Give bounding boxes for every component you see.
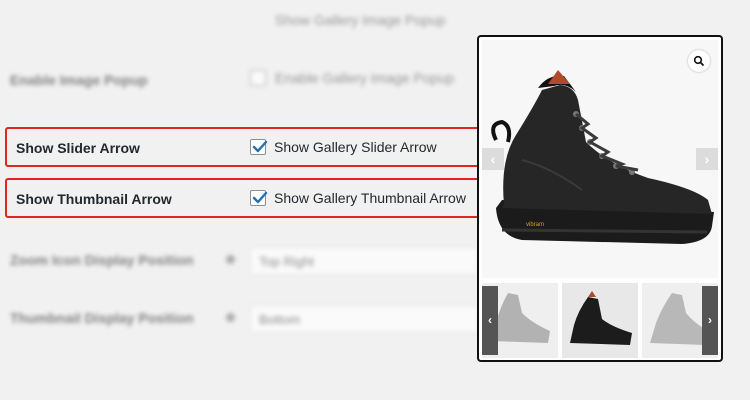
- help-icon: [226, 313, 235, 322]
- thumbnail-next-arrow[interactable]: ›: [702, 286, 718, 355]
- enable-popup-value: Enable Gallery Image Popup: [275, 70, 454, 86]
- brand-text: vibram: [526, 222, 544, 228]
- thumbnail-strip: ‹ ›: [482, 283, 718, 358]
- checkmark-icon: [252, 191, 268, 204]
- zoom-position-label: Zoom Icon Display Position: [10, 252, 194, 268]
- boot-image: vibram: [491, 70, 714, 244]
- slider-arrow-checkbox-label[interactable]: Show Gallery Slider Arrow: [274, 139, 437, 155]
- slider-arrow-checkbox[interactable]: [250, 139, 268, 155]
- thumbnail-arrow-setting-row: Show Thumbnail Arrow Show Gallery Thumbn…: [5, 178, 495, 218]
- boot-thumbnail: [570, 291, 632, 345]
- thumbnail-arrow-checkbox-label[interactable]: Show Gallery Thumbnail Arrow: [274, 190, 466, 206]
- top-faded-label: Show Gallery Image Popup: [275, 12, 446, 28]
- gallery-preview: vibram ‹ › ‹ ›: [477, 35, 723, 362]
- zoom-button[interactable]: [688, 50, 710, 72]
- thumbnail-arrow-label: Show Thumbnail Arrow: [16, 191, 172, 207]
- magnifier-icon: [693, 55, 705, 67]
- zoom-position-select[interactable]: Top Right: [250, 247, 478, 275]
- enable-popup-label: Enable Image Popup: [10, 72, 148, 88]
- main-product-image: vibram ‹ ›: [482, 40, 718, 278]
- help-icon: [226, 255, 235, 264]
- thumb-position-select[interactable]: Bottom: [250, 305, 478, 333]
- thumb-position-label: Thumbnail Display Position: [10, 310, 194, 326]
- thumbnail-arrow-checkbox[interactable]: [250, 190, 268, 206]
- thumbnail-2[interactable]: [562, 283, 638, 358]
- checkmark-icon: [252, 140, 268, 153]
- slider-arrow-label: Show Slider Arrow: [16, 140, 140, 156]
- slider-arrow-setting-row: Show Slider Arrow Show Gallery Slider Ar…: [5, 127, 495, 167]
- thumbnail-prev-arrow[interactable]: ‹: [482, 286, 498, 355]
- slider-prev-arrow[interactable]: ‹: [482, 148, 504, 170]
- enable-popup-checkbox[interactable]: [250, 70, 266, 86]
- slider-next-arrow[interactable]: ›: [696, 148, 718, 170]
